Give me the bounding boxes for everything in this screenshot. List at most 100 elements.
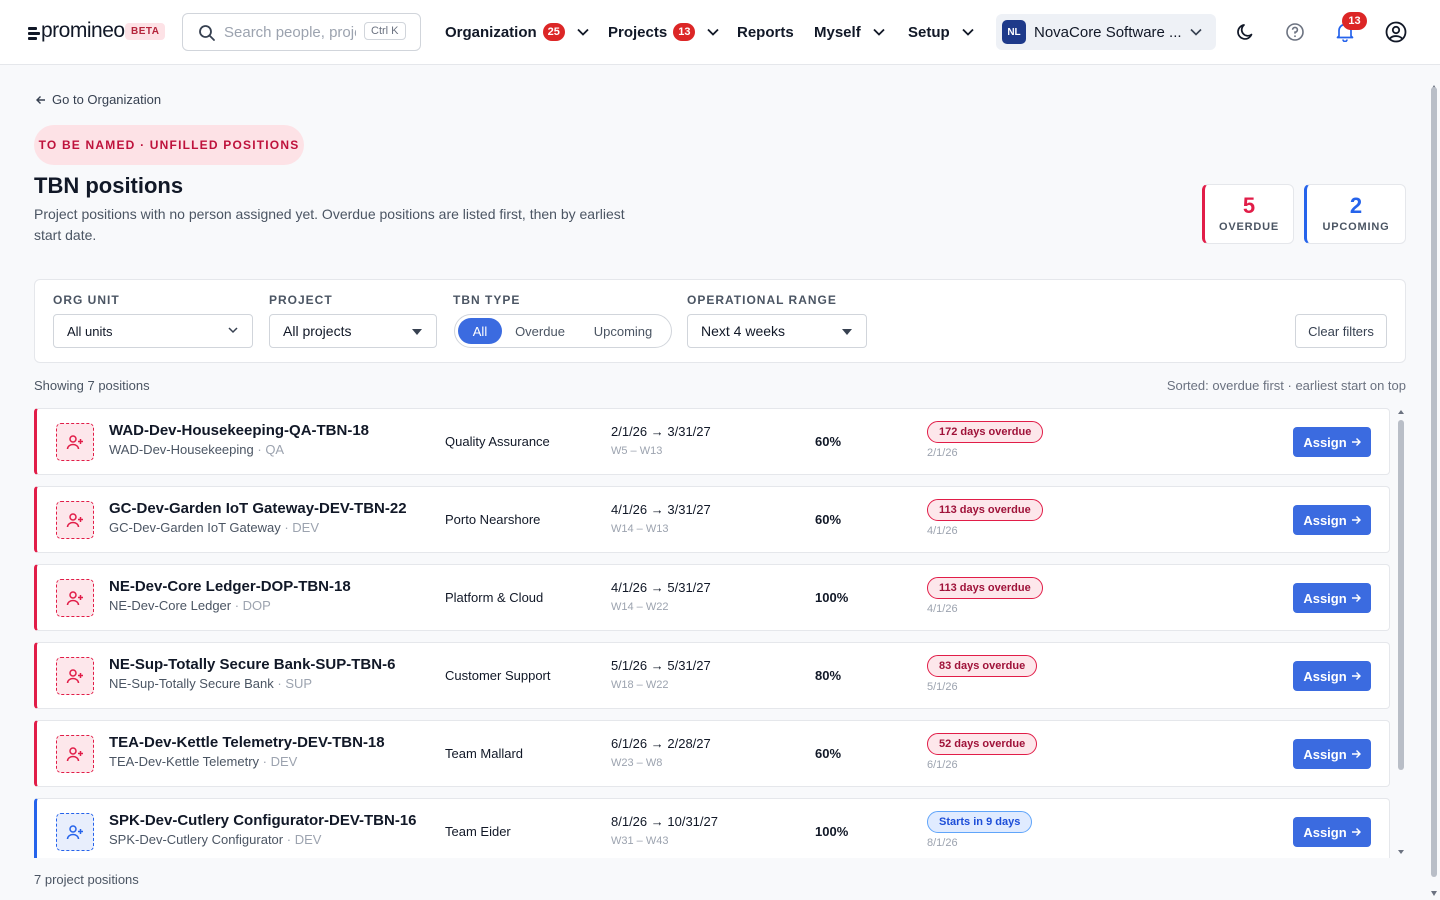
assign-button[interactable]: Assign [1293,505,1371,535]
page-category-tag: TO BE NAMED · UNFILLED POSITIONS [34,125,304,165]
position-code: DEV [294,832,322,847]
user-menu-button[interactable] [1384,20,1408,44]
overdue-stat-card[interactable]: 5 OVERDUE [1202,184,1294,244]
operational-range-select[interactable]: Next 4 weeks [687,314,867,348]
nav-organization[interactable]: Organization 25 [445,20,589,44]
org-name: NovaCore Software ... [1034,23,1182,41]
position-project-name: GC-Dev-Garden IoT Gateway [109,520,281,535]
assign-button[interactable]: Assign [1293,661,1371,691]
beta-badge: BETA [125,23,166,40]
clear-filters-button[interactable]: Clear filters [1295,314,1387,348]
overdue-count: 5 [1242,193,1256,218]
organization-switcher[interactable]: NL NovaCore Software ... [996,14,1216,50]
status-date: 8/1/26 [927,837,958,849]
nav-projects[interactable]: Projects 13 [608,20,720,44]
theme-toggle-button[interactable] [1234,20,1258,44]
position-date-range: 4/1/26 → 3/31/27 [611,502,711,517]
logo-text: promineo [41,19,125,42]
search-input[interactable]: Search people, projects… [224,24,356,41]
position-title[interactable]: NE-Sup-Totally Secure Bank-SUP-TBN-6 [109,656,395,673]
position-org-unit: Team Mallard [445,746,524,761]
position-title[interactable]: WAD-Dev-Housekeeping-QA-TBN-18 [109,422,369,439]
global-search[interactable]: Search people, projects… Ctrl K [182,13,421,51]
position-title[interactable]: GC-Dev-Garden IoT Gateway-DEV-TBN-22 [109,500,407,517]
tbn-positions-list: WAD-Dev-Housekeeping-QA-TBN-18 WAD-Dev-H… [34,408,1390,858]
promineo-logo[interactable]: promineo [28,19,125,42]
position-code: QA [265,442,285,457]
position-allocation: 80% [815,668,842,683]
user-plus-icon [56,501,94,539]
position-allocation: 100% [815,590,849,605]
scroll-down-arrow-icon[interactable] [1398,850,1404,854]
tbn-type-option-upcoming[interactable]: Upcoming [581,318,665,344]
chevron-down-icon [228,327,238,334]
position-org-unit: Team Eider [445,824,511,839]
list-item[interactable]: WAD-Dev-Housekeeping-QA-TBN-18 WAD-Dev-H… [34,408,1390,475]
position-project: WAD-Dev-Housekeeping · QA [109,442,285,457]
search-shortcut-hint: Ctrl K [364,22,406,40]
status-badge: 83 days overdue [927,655,1038,677]
tbn-type-option-all[interactable]: All [458,318,502,344]
page-scrollbar[interactable] [1428,65,1440,900]
position-allocation: 60% [815,512,842,527]
assign-button[interactable]: Assign [1293,817,1371,847]
back-to-organization-link[interactable]: Go to Organization [35,92,161,107]
nav-projects-badge: 13 [673,23,696,41]
list-item[interactable]: NE-Sup-Totally Secure Bank-SUP-TBN-6 NE-… [34,642,1390,709]
position-date-range: 8/1/26 → 10/31/27 [611,814,718,829]
nav-reports-label: Reports [737,23,794,41]
position-title[interactable]: TEA-Dev-Kettle Telemetry-DEV-TBN-18 [109,734,385,751]
assign-button-label: Assign [1303,434,1347,450]
list-scrollbar[interactable] [1396,408,1406,858]
position-project: SPK-Dev-Cutlery Configurator · DEV [109,832,322,847]
user-plus-icon [56,735,94,773]
position-week-range: W5 – W13 [611,445,663,457]
org-unit-select[interactable]: All units [53,314,253,348]
nav-reports[interactable]: Reports [737,20,794,44]
position-title[interactable]: NE-Dev-Core Ledger-DOP-TBN-18 [109,578,351,595]
scroll-down-arrow-icon[interactable] [1431,891,1437,896]
list-item[interactable]: GC-Dev-Garden IoT Gateway-DEV-TBN-22 GC-… [34,486,1390,553]
position-project: GC-Dev-Garden IoT Gateway · DEV [109,520,320,535]
org-avatar: NL [1002,20,1026,44]
chevron-down-icon [577,28,589,36]
list-scrollbar-thumb[interactable] [1398,420,1404,770]
nav-projects-label: Projects [608,23,668,41]
nav-myself[interactable]: Myself [814,20,885,44]
position-title[interactable]: SPK-Dev-Cutlery Configurator-DEV-TBN-16 [109,812,417,829]
upcoming-count: 2 [1349,193,1363,218]
overdue-label: OVERDUE [1219,221,1279,233]
position-project-name: TEA-Dev-Kettle Telemetry [109,754,260,769]
page-scrollbar-thumb[interactable] [1431,87,1437,877]
position-week-range: W14 – W13 [611,523,669,535]
list-item[interactable]: TEA-Dev-Kettle Telemetry-DEV-TBN-18 TEA-… [34,720,1390,787]
position-date-range: 4/1/26 → 5/31/27 [611,580,711,595]
scroll-up-arrow-icon[interactable] [1398,410,1404,414]
tbn-type-segmented-control: All Overdue Upcoming [454,314,672,348]
upcoming-stat-card[interactable]: 2 UPCOMING [1304,184,1406,244]
total-positions-count: 7 project positions [34,872,139,887]
caret-down-icon [412,329,422,335]
status-date: 4/1/26 [927,603,958,615]
org-unit-select-value: All units [67,323,113,339]
tbn-type-filter-label: TBN TYPE [453,293,521,307]
position-project-name: WAD-Dev-Housekeeping [109,442,254,457]
nav-setup[interactable]: Setup [908,20,974,44]
tbn-type-option-overdue[interactable]: Overdue [507,318,573,344]
position-project: TEA-Dev-Kettle Telemetry · DEV [109,754,298,769]
project-select[interactable]: All projects [269,314,437,348]
help-button[interactable] [1283,20,1307,44]
arrow-left-icon [36,95,45,104]
position-week-range: W14 – W22 [611,601,669,613]
assign-button[interactable]: Assign [1293,427,1371,457]
assign-button[interactable]: Assign [1293,583,1371,613]
assign-button-label: Assign [1303,668,1347,684]
assign-button[interactable]: Assign [1293,739,1371,769]
assign-button-label: Assign [1303,824,1347,840]
position-week-range: W23 – W8 [611,757,663,769]
list-item[interactable]: NE-Dev-Core Ledger-DOP-TBN-18 NE-Dev-Cor… [34,564,1390,631]
position-allocation: 60% [815,434,842,449]
operational-range-select-value: Next 4 weeks [701,323,786,339]
position-org-unit: Platform & Cloud [445,590,544,605]
list-item[interactable]: SPK-Dev-Cutlery Configurator-DEV-TBN-16 … [34,798,1390,858]
